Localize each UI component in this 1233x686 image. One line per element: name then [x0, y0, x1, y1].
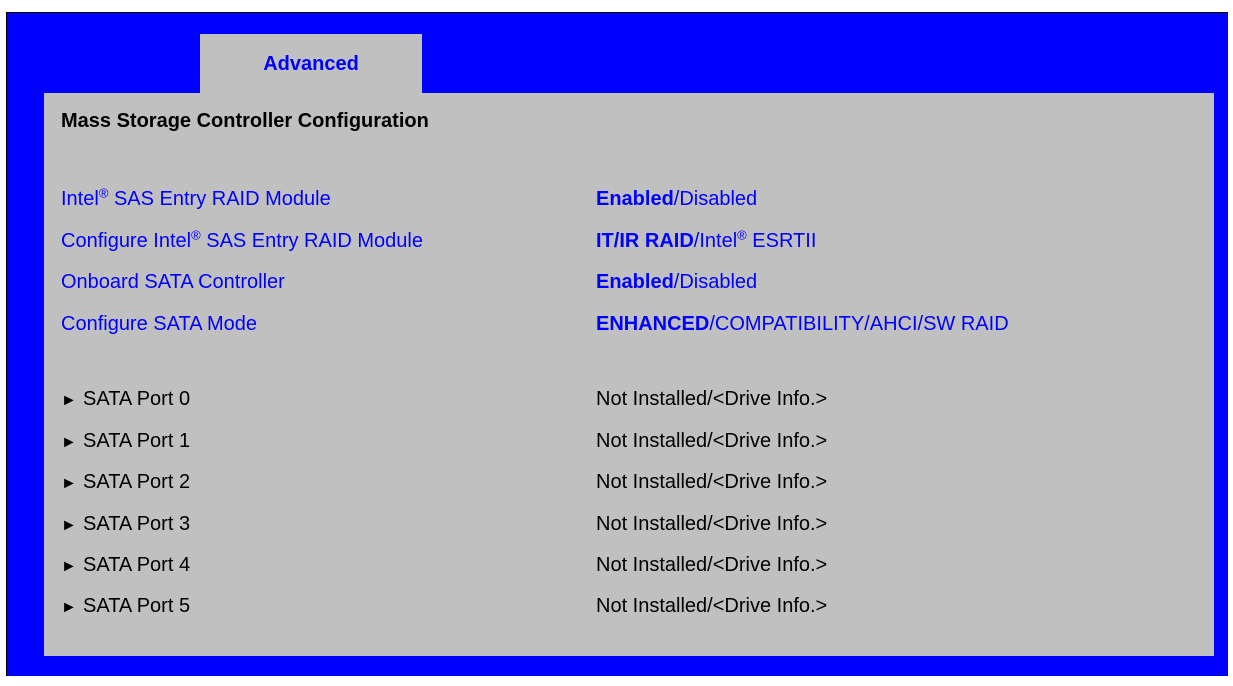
submenu-label: ► SATA Port 0 [61, 385, 190, 415]
page-title: Mass Storage Controller Configuration [61, 110, 429, 132]
submenu-label: ► SATA Port 1 [61, 427, 190, 457]
port-status: Not Installed/<Drive Info.> [596, 595, 828, 617]
port-status: Not Installed/<Drive Info.> [596, 471, 828, 493]
setting-value[interactable]: Enabled/Disabled [596, 185, 757, 213]
submenu-arrow-icon: ► [61, 475, 77, 492]
submenu-label: ► SATA Port 3 [61, 510, 190, 540]
setting-value[interactable]: ENHANCED/COMPATIBILITY/AHCI/SW RAID [596, 310, 1009, 338]
submenu-arrow-icon: ► [61, 558, 77, 575]
port-status: Not Installed/<Drive Info.> [596, 430, 828, 452]
submenu-arrow-icon: ► [61, 599, 77, 616]
submenu-sata-port-2[interactable]: ► SATA Port 2 Not Installed/<Drive Info.> [61, 468, 1161, 496]
submenu-arrow-icon: ► [61, 517, 77, 534]
submenu-label: ► SATA Port 2 [61, 468, 190, 498]
submenu-arrow-icon: ► [61, 392, 77, 409]
submenu-sata-port-1[interactable]: ► SATA Port 1 Not Installed/<Drive Info.> [61, 427, 1161, 455]
setting-configure-sata-mode[interactable]: Configure SATA Mode ENHANCED/COMPATIBILI… [61, 310, 1161, 338]
setting-intel-sas-entry-raid-module[interactable]: Intel® SAS Entry RAID Module Enabled/Dis… [61, 185, 1161, 213]
submenu-arrow-icon: ► [61, 434, 77, 451]
submenu-label: ► SATA Port 5 [61, 592, 190, 622]
submenu-sata-port-5[interactable]: ► SATA Port 5 Not Installed/<Drive Info.> [61, 592, 1161, 620]
setting-label: Configure Intel® SAS Entry RAID Module [61, 227, 423, 252]
port-status: Not Installed/<Drive Info.> [596, 388, 828, 410]
setting-value[interactable]: Enabled/Disabled [596, 268, 757, 296]
port-status: Not Installed/<Drive Info.> [596, 513, 828, 535]
port-status: Not Installed/<Drive Info.> [596, 554, 828, 576]
setting-value[interactable]: IT/IR RAID/Intel® ESRTII [596, 227, 816, 255]
tab-advanced[interactable]: Advanced [200, 34, 422, 94]
submenu-sata-port-0[interactable]: ► SATA Port 0 Not Installed/<Drive Info.> [61, 385, 1161, 413]
submenu-sata-port-3[interactable]: ► SATA Port 3 Not Installed/<Drive Info.> [61, 510, 1161, 538]
setting-label: Configure SATA Mode [61, 313, 258, 335]
setting-label: Intel® SAS Entry RAID Module [61, 185, 331, 210]
submenu-label: ► SATA Port 4 [61, 551, 190, 581]
setting-label: Onboard SATA Controller [61, 271, 285, 293]
submenu-sata-port-4[interactable]: ► SATA Port 4 Not Installed/<Drive Info.> [61, 551, 1161, 579]
setting-onboard-sata-controller[interactable]: Onboard SATA Controller Enabled/Disabled [61, 268, 1161, 296]
setting-configure-intel-sas-entry-raid-module[interactable]: Configure Intel® SAS Entry RAID Module I… [61, 227, 1161, 255]
